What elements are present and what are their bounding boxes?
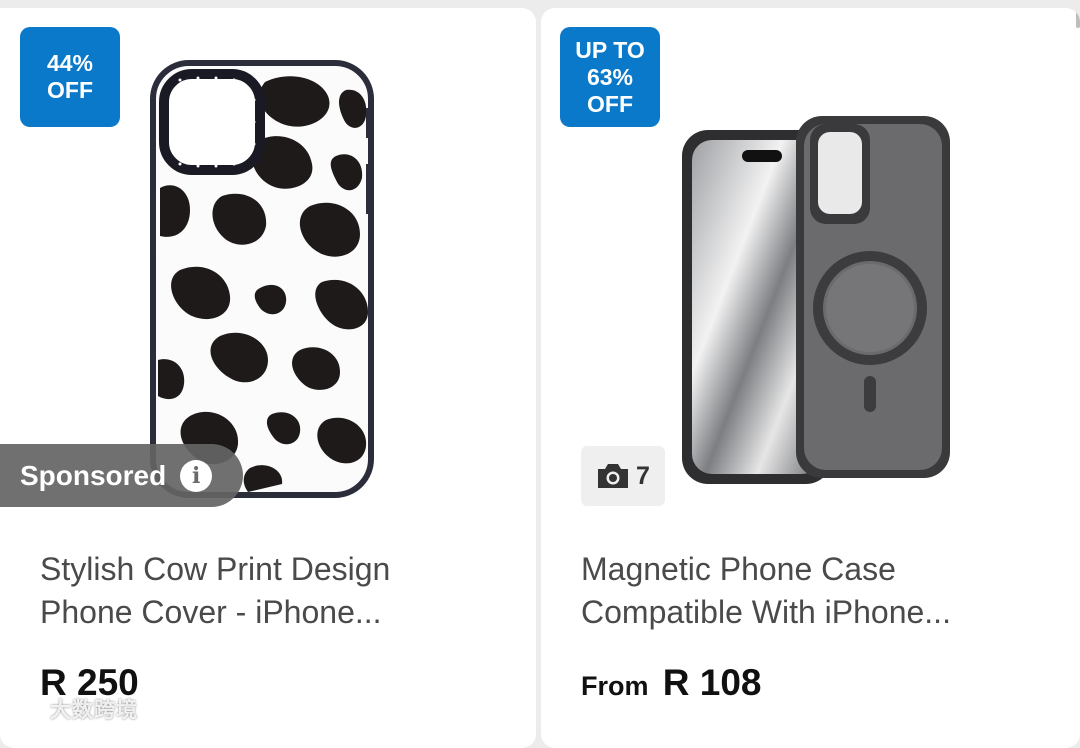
discount-badge: UP TO 63% OFF xyxy=(560,27,660,127)
discount-badge-line: 44% xyxy=(46,50,94,76)
product-title-line: Stylish Cow Print Design xyxy=(40,551,391,587)
discount-badge-line: 63% xyxy=(586,63,634,90)
discount-badge: 44% OFF xyxy=(20,27,120,127)
discount-badge-line: OFF xyxy=(587,90,633,117)
info-icon[interactable]: i xyxy=(180,459,213,492)
product-price: From R 108 xyxy=(581,662,762,704)
product-card-cow-print[interactable]: 44% OFF Sponsored i Stylish Cow Print De… xyxy=(0,8,536,748)
camera-icon xyxy=(598,464,629,488)
scrollbar[interactable] xyxy=(1076,8,1080,28)
sponsored-label[interactable]: Sponsored i xyxy=(0,444,243,507)
sponsored-text: Sponsored xyxy=(20,459,167,491)
photo-count-indicator[interactable]: 7 xyxy=(581,446,665,506)
watermark-logo-icon xyxy=(8,701,42,717)
product-card-magnetic-case[interactable]: UP TO 63% OFF 7 Magnetic Phone Case Comp… xyxy=(541,8,1080,748)
discount-badge-line: OFF xyxy=(47,77,93,103)
discount-badge-line: UP TO xyxy=(575,36,645,63)
product-title[interactable]: Magnetic Phone Case Compatible With iPho… xyxy=(581,548,1051,634)
product-title[interactable]: Stylish Cow Print Design Phone Cover - i… xyxy=(40,548,510,634)
photo-count-value: 7 xyxy=(636,461,650,490)
watermark: 大数跨境 xyxy=(6,694,138,724)
product-title-line: Magnetic Phone Case xyxy=(581,551,896,587)
price-value: R 108 xyxy=(662,662,762,703)
product-title-line: Phone Cover - iPhone... xyxy=(40,594,382,630)
product-image[interactable] xyxy=(676,108,956,490)
product-title-line: Compatible With iPhone... xyxy=(581,594,951,630)
watermark-text: 大数跨境 xyxy=(50,699,138,722)
price-prefix: From xyxy=(581,671,649,701)
product-image[interactable] xyxy=(150,60,374,498)
